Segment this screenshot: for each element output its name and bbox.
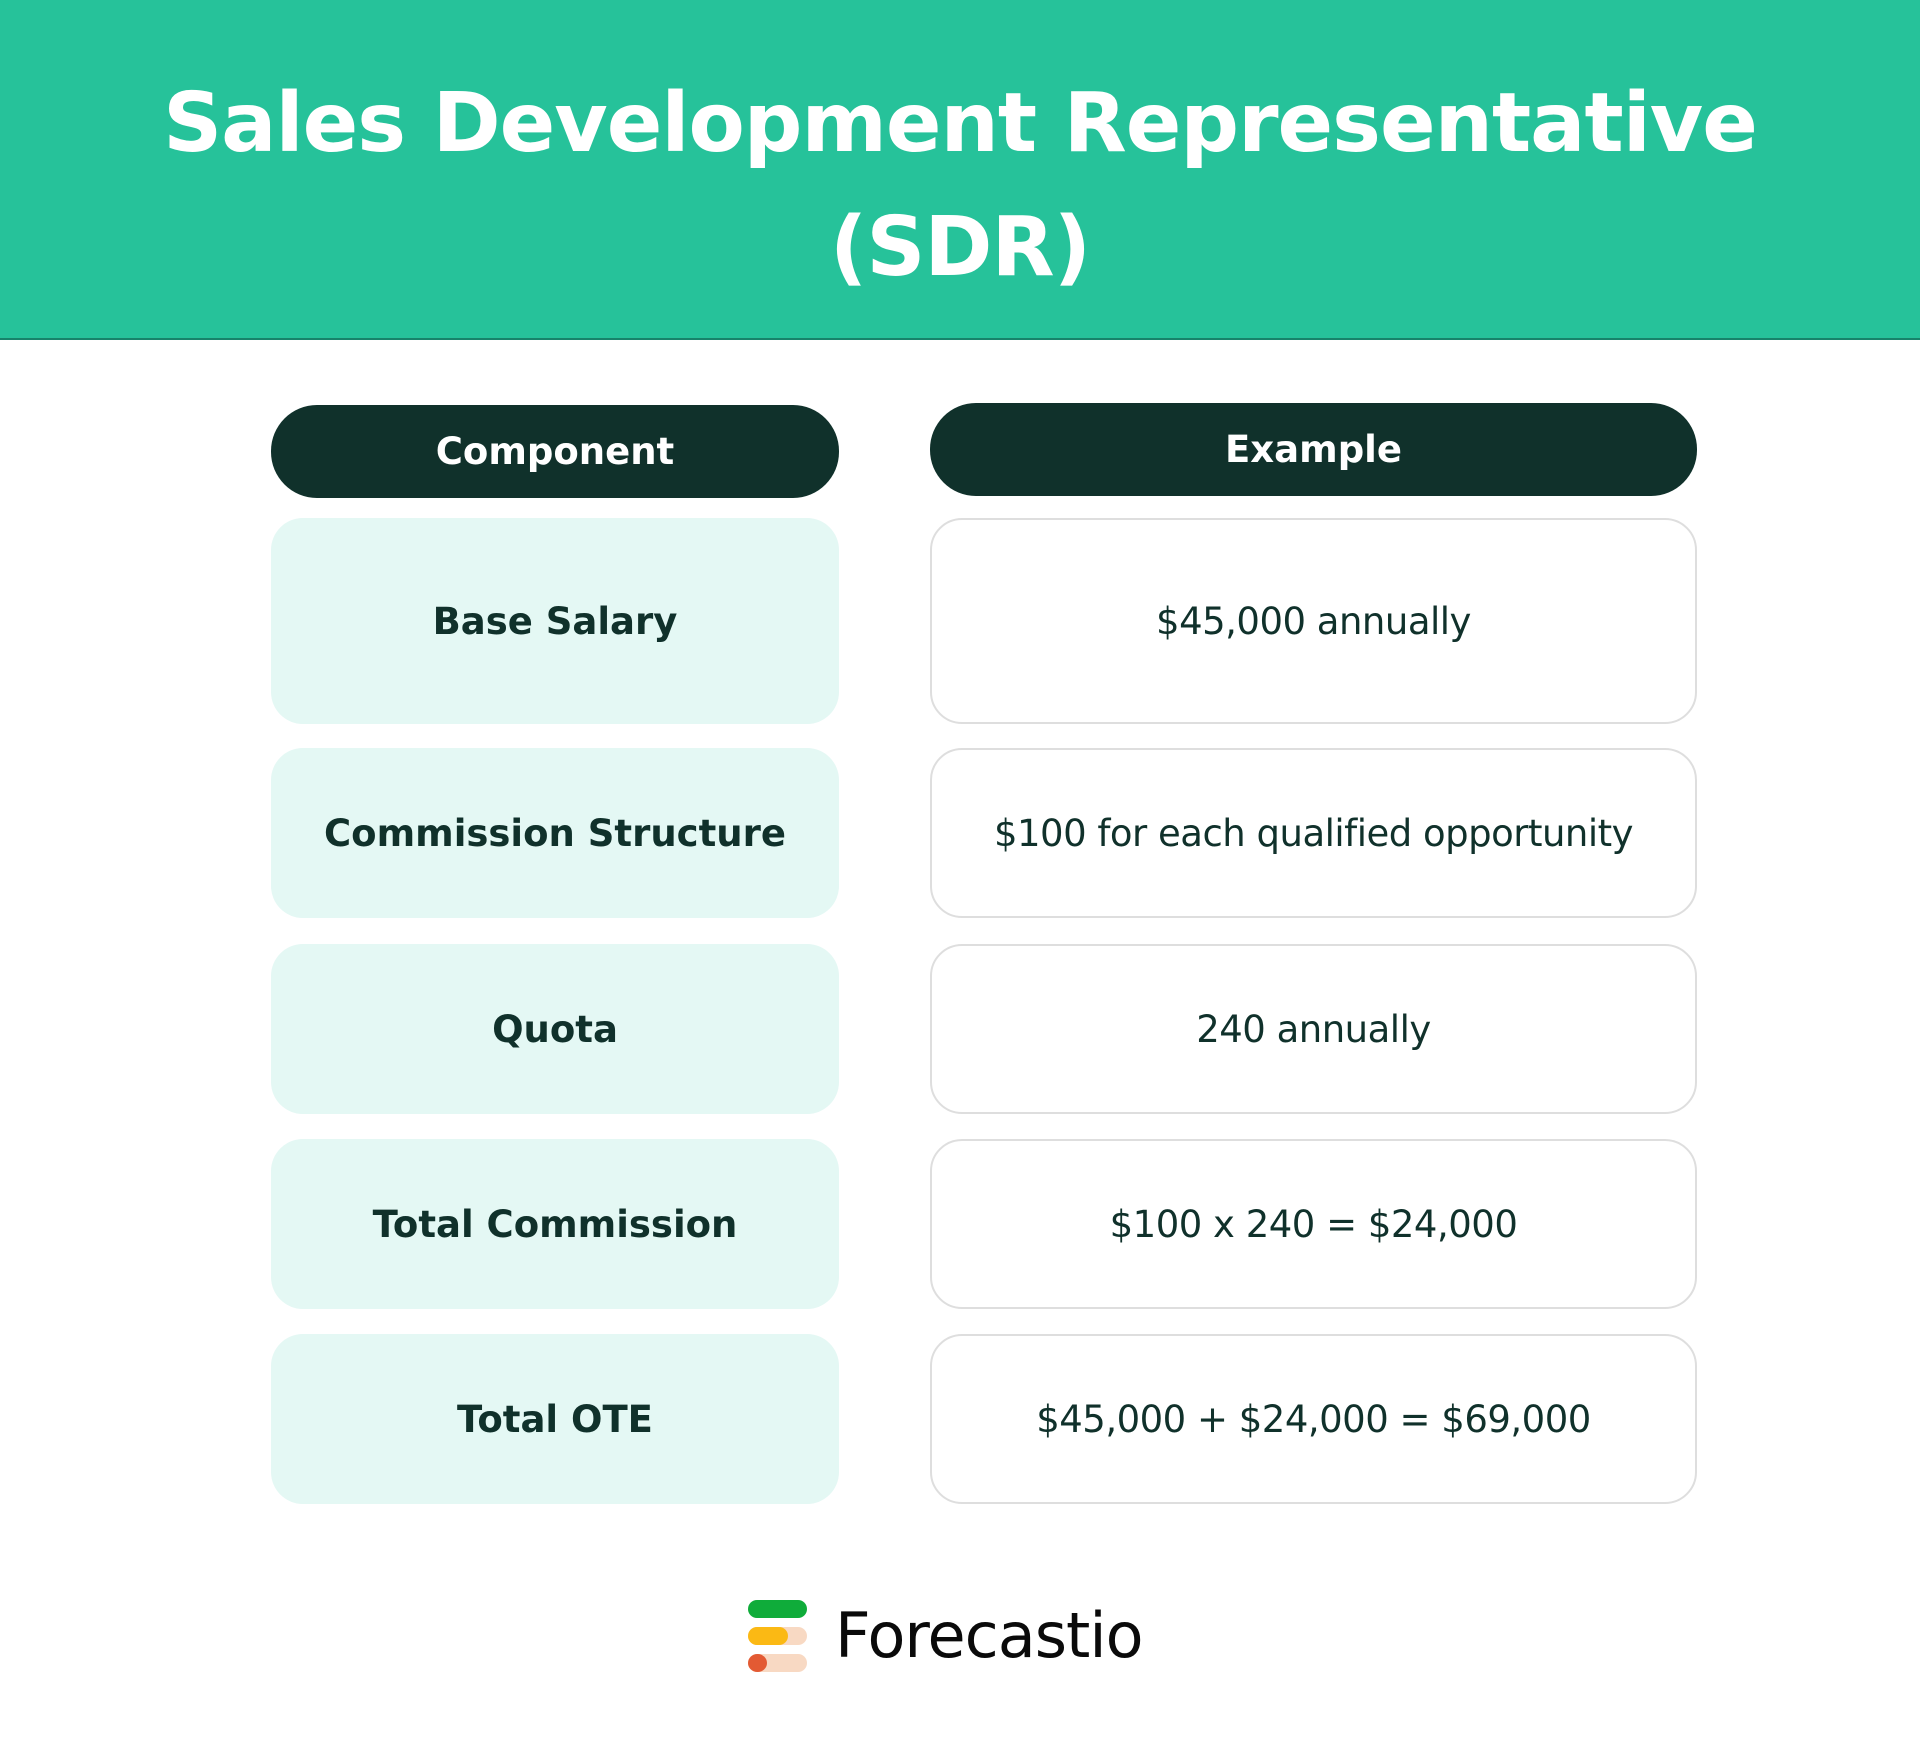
logo-dot-red bbox=[748, 1654, 767, 1672]
component-cell-commission-structure: Commission Structure bbox=[271, 748, 839, 918]
brand-name: Forecastio bbox=[835, 1599, 1144, 1672]
page-title: Sales Development Representative (SDR) bbox=[0, 62, 1920, 310]
component-cell-total-ote: Total OTE bbox=[271, 1334, 839, 1504]
header-band: Sales Development Representative (SDR) bbox=[0, 0, 1920, 340]
logo-bar-yellow bbox=[748, 1627, 788, 1645]
page-title-line-2: (SDR) bbox=[829, 200, 1091, 295]
forecastio-bars-icon bbox=[748, 1600, 807, 1672]
example-cell-base-salary: $45,000 annually bbox=[930, 518, 1697, 724]
component-cell-base-salary: Base Salary bbox=[271, 518, 839, 724]
example-cell-quota: 240 annually bbox=[930, 944, 1697, 1114]
component-cell-quota: Quota bbox=[271, 944, 839, 1114]
example-cell-total-commission: $100 x 240 = $24,000 bbox=[930, 1139, 1697, 1309]
logo-bar-green bbox=[748, 1600, 807, 1618]
example-cell-total-ote: $45,000 + $24,000 = $69,000 bbox=[930, 1334, 1697, 1504]
component-cell-total-commission: Total Commission bbox=[271, 1139, 839, 1309]
column-header-example: Example bbox=[930, 403, 1697, 496]
page-title-line-1: Sales Development Representative bbox=[163, 76, 1758, 171]
brand-logo: Forecastio bbox=[748, 1596, 1144, 1676]
example-cell-commission-structure: $100 for each qualified opportunity bbox=[930, 748, 1697, 918]
column-header-component: Component bbox=[271, 405, 839, 498]
